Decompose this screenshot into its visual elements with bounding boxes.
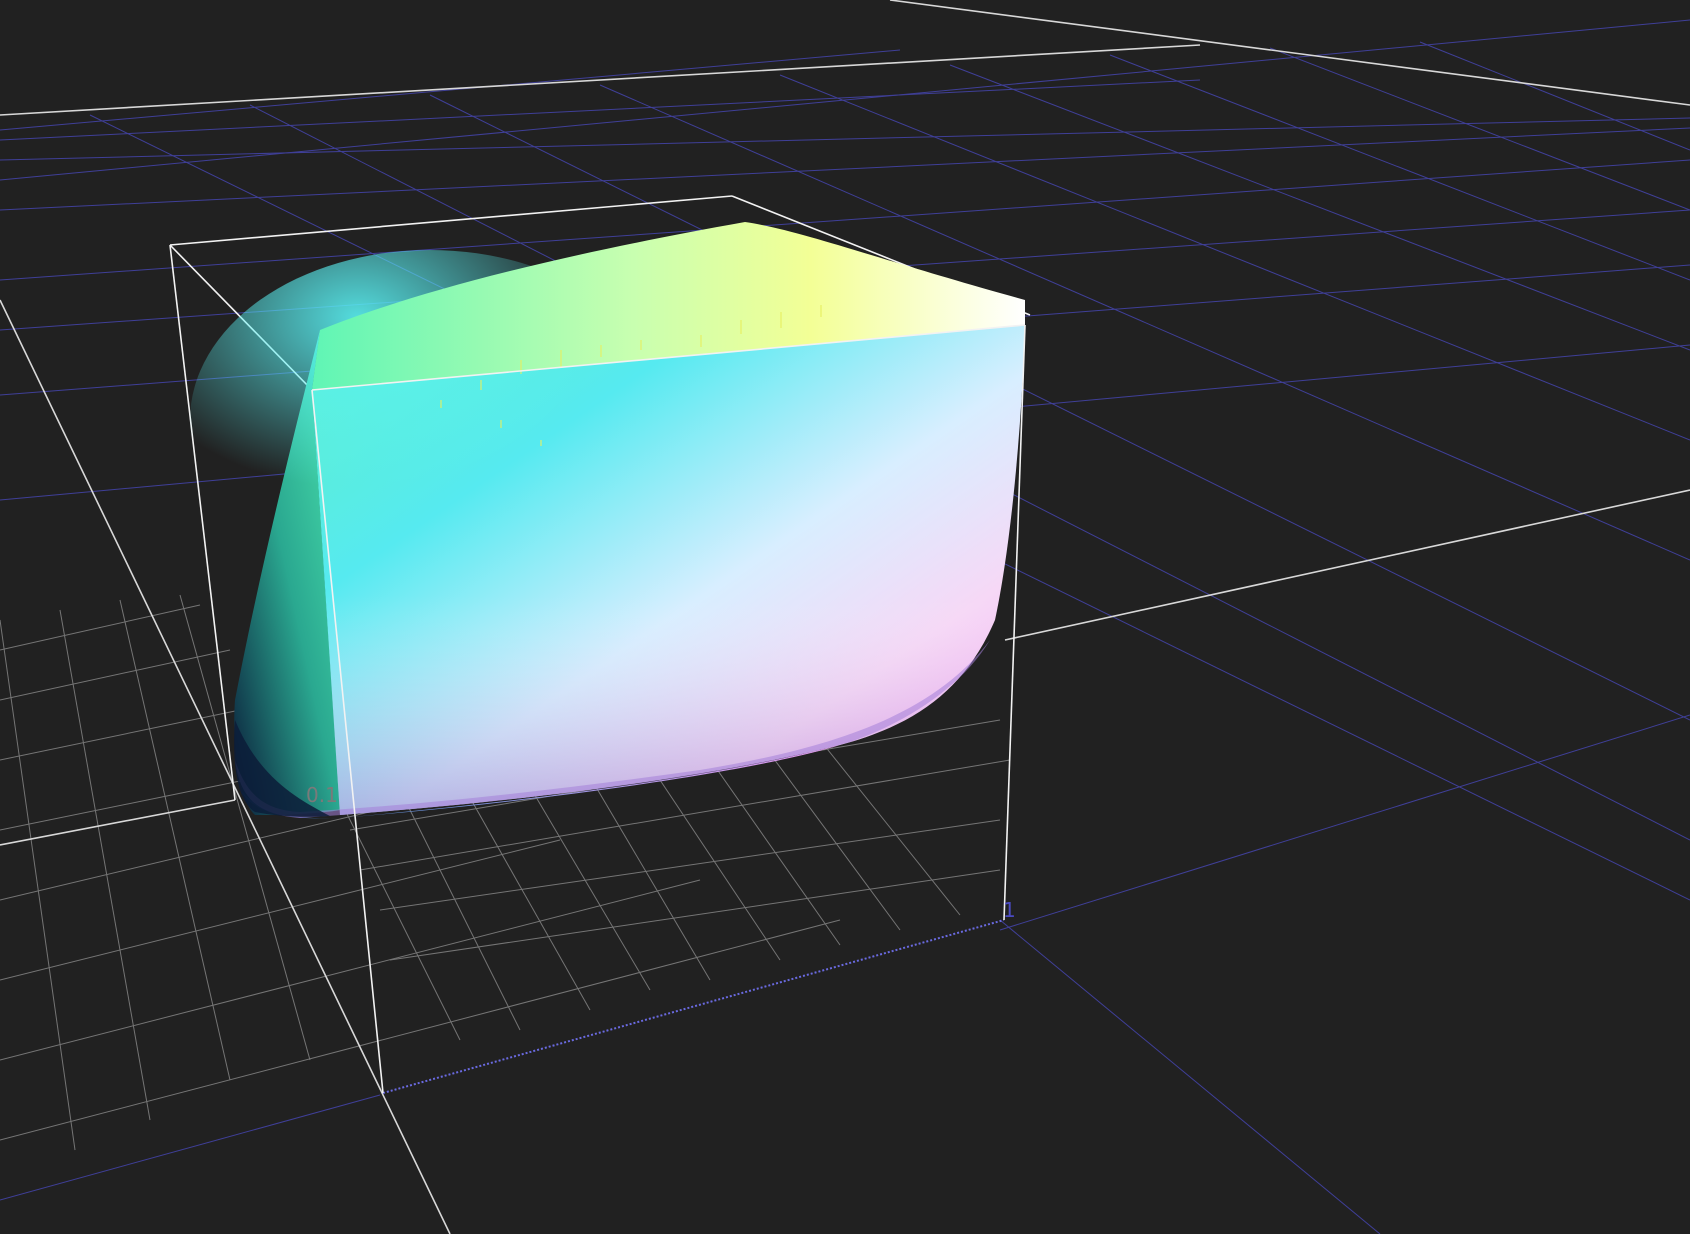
3d-viewport[interactable]: 0.1 1 [0,0,1690,1234]
near-tick-label: 0.1 [306,783,338,807]
far-tick-label: 1 [1003,898,1016,922]
axis-dashed [382,919,1005,1094]
color-gamut-solid [190,222,1025,819]
